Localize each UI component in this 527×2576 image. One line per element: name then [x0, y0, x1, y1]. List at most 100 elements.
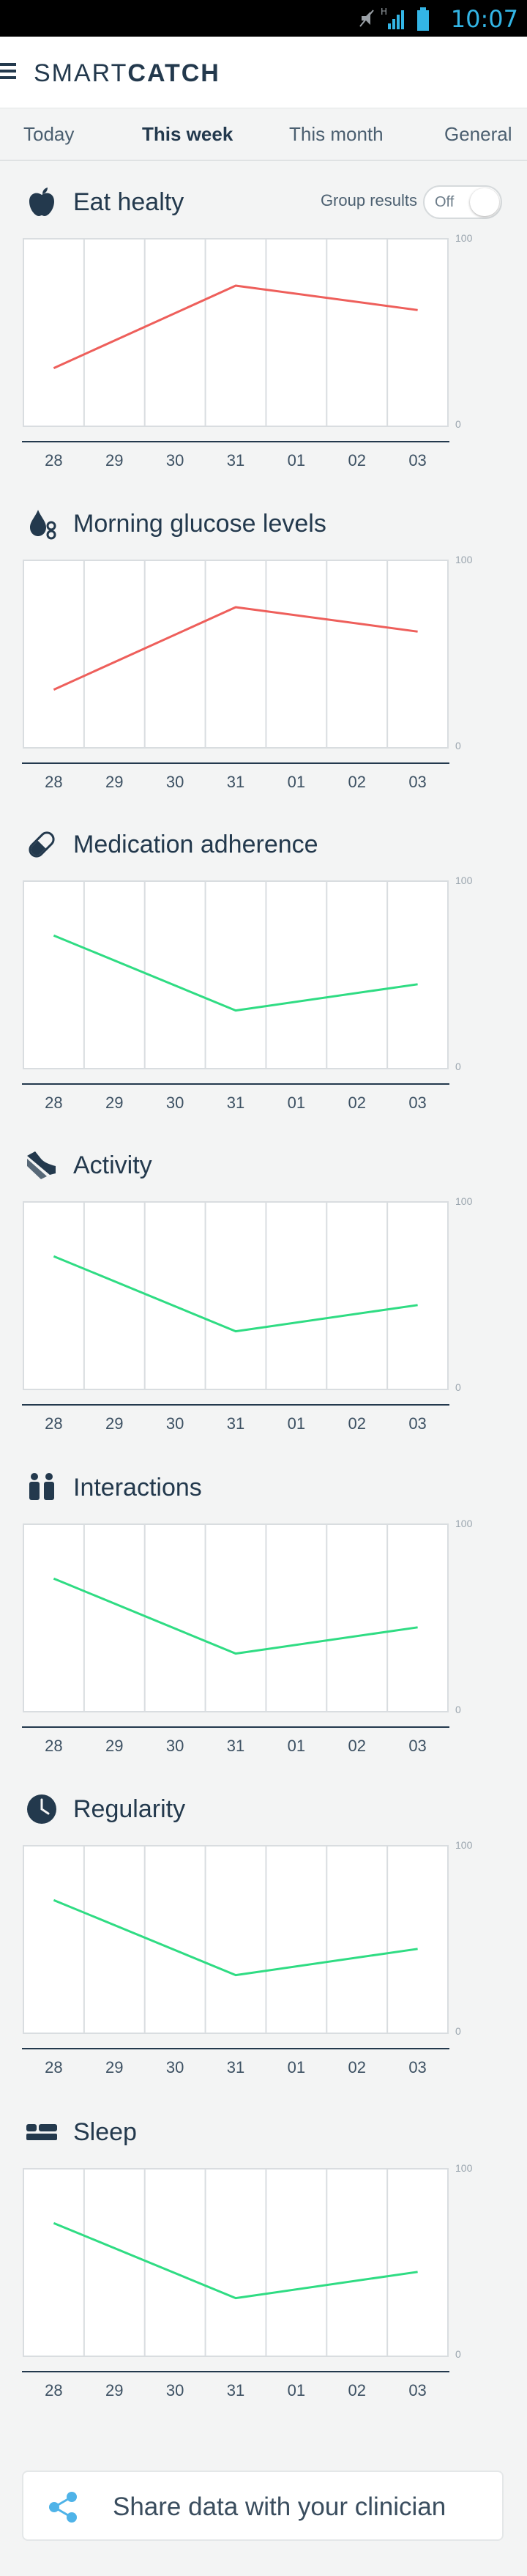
- tab-this-week[interactable]: This week: [142, 108, 233, 160]
- apple-icon: [29, 188, 54, 216]
- chart-svg: 100 0: [23, 554, 473, 751]
- x-tick-label: 31: [226, 2381, 245, 2399]
- x-tick-label: 29: [105, 2058, 124, 2076]
- chart-morning-glucose: 100 0 28 29 30 31 01 02 03: [22, 554, 487, 791]
- section-header-interactions: Interactions: [0, 1465, 527, 1509]
- plot-area: [23, 238, 449, 427]
- y-tick-max: 100: [455, 554, 473, 565]
- y-tick-max: 100: [455, 2163, 473, 2174]
- mute-icon: [359, 10, 374, 27]
- section-title: Morning glucose levels: [73, 510, 326, 538]
- tab-this-month[interactable]: This month: [289, 108, 384, 160]
- y-tick-max: 100: [455, 1518, 473, 1529]
- x-axis-line: [22, 441, 449, 442]
- plot-area: [23, 880, 449, 1069]
- x-tick-label: 31: [226, 1094, 245, 1112]
- x-tick-label: 31: [226, 1737, 245, 1755]
- group-results-label: Group results: [320, 191, 417, 209]
- x-tick-label: 31: [226, 773, 245, 791]
- x-tick-label: 29: [105, 773, 124, 791]
- x-tick-label: 30: [165, 1094, 184, 1112]
- x-tick-label: 28: [45, 2381, 63, 2399]
- tab-today[interactable]: Today: [23, 108, 74, 160]
- chart-svg: 100 0: [23, 1840, 473, 2037]
- drop-icon: [30, 510, 56, 540]
- section-header-regularity: Regularity: [0, 1786, 527, 1830]
- chart-sleep: 100 0 28 29 30 31 01 02 03: [22, 2163, 487, 2399]
- y-tick-min: 0: [455, 2348, 461, 2360]
- bed-icon: [26, 2124, 57, 2140]
- chart-svg: 100 0: [23, 1518, 473, 1715]
- x-tick-label: 28: [45, 2058, 63, 2076]
- plot-area: [23, 2168, 449, 2357]
- pill-icon: [29, 831, 55, 858]
- menu-icon[interactable]: [0, 63, 16, 83]
- chart-svg: 100 0: [23, 233, 473, 430]
- y-tick-min: 0: [455, 418, 461, 430]
- chart-interactions: 100 0 28 29 30 31 01 02 03: [22, 1518, 487, 1755]
- x-tick-label: 03: [408, 451, 427, 469]
- plot-area: [23, 560, 449, 749]
- x-tick-label: 30: [165, 451, 184, 469]
- chart-svg: 100 0: [23, 1196, 473, 1393]
- x-tick-label: 03: [408, 1414, 427, 1433]
- y-tick-min: 0: [455, 1704, 461, 1715]
- x-tick-label: 03: [408, 773, 427, 791]
- app-logo: SMARTCATCH: [34, 57, 220, 89]
- x-tick-label: 30: [165, 2058, 184, 2076]
- logo-light-text: SMART: [34, 59, 128, 87]
- share-icon: [49, 2492, 77, 2523]
- x-axis-line: [22, 2048, 449, 2049]
- x-axis-line: [22, 2371, 449, 2372]
- section-header-glucose: Morning glucose levels: [0, 501, 527, 545]
- network-type-text: H: [381, 7, 387, 17]
- status-bar: H 10:07: [0, 0, 527, 37]
- plot-area: [23, 1201, 449, 1390]
- section-header-medication: Medication adherence: [0, 822, 527, 866]
- chart-regularity: 100 0 28 29 30 31 01 02 03: [22, 1840, 487, 2076]
- share-button-label: Share data with your clinician: [113, 2493, 446, 2521]
- x-tick-label: 01: [287, 1414, 306, 1433]
- x-tick-label: 02: [348, 1414, 366, 1433]
- y-tick-max: 100: [455, 1196, 473, 1207]
- x-tick-label: 30: [165, 2381, 184, 2399]
- clock-icon: [27, 1794, 56, 1824]
- x-tick-label: 02: [348, 773, 366, 791]
- x-tick-label: 31: [226, 1414, 245, 1433]
- x-tick-label: 02: [348, 2058, 366, 2076]
- signal-icon: [388, 10, 404, 29]
- x-tick-label: 30: [165, 1414, 184, 1433]
- chart-activity: 100 0 28 29 30 31 01 02 03: [22, 1196, 487, 1433]
- status-time: 10:07: [450, 5, 518, 33]
- y-tick-min: 0: [455, 1381, 461, 1393]
- section-header-activity: Activity: [0, 1143, 527, 1187]
- battery-icon: [417, 7, 429, 31]
- x-tick-label: 02: [348, 1737, 366, 1755]
- chart-medication-adherence: 100 0 28 29 30 31 01 02 03: [22, 875, 487, 1112]
- section-title: Interactions: [73, 1474, 202, 1502]
- tab-general[interactable]: General: [444, 108, 512, 160]
- y-tick-max: 100: [455, 233, 473, 244]
- x-tick-label: 29: [105, 2381, 124, 2399]
- people-icon: [29, 1473, 54, 1500]
- x-tick-label: 31: [226, 2058, 245, 2076]
- plot-area: [23, 1523, 449, 1712]
- section-title: Regularity: [73, 1795, 186, 1823]
- toggle-knob[interactable]: [470, 188, 499, 216]
- chart-svg: 100 0: [23, 875, 473, 1072]
- x-tick-label: 01: [287, 1094, 306, 1112]
- x-tick-label: 01: [287, 451, 306, 469]
- shoe-icon: [27, 1151, 56, 1179]
- x-tick-label: 02: [348, 1094, 366, 1112]
- y-tick-max: 100: [455, 875, 473, 886]
- share-with-clinician-button[interactable]: Share data with your clinician: [22, 2471, 504, 2541]
- x-tick-label: 01: [287, 1737, 306, 1755]
- x-tick-label: 03: [408, 1737, 427, 1755]
- x-tick-label: 02: [348, 2381, 366, 2399]
- status-icons: H: [359, 7, 429, 31]
- chart-svg: 100 0: [23, 2163, 473, 2360]
- app-bar: SMARTCATCH: [0, 37, 527, 108]
- toggle-state: Off: [435, 194, 455, 210]
- group-results-toggle[interactable]: Off: [423, 185, 502, 219]
- x-axis-line: [22, 1404, 449, 1406]
